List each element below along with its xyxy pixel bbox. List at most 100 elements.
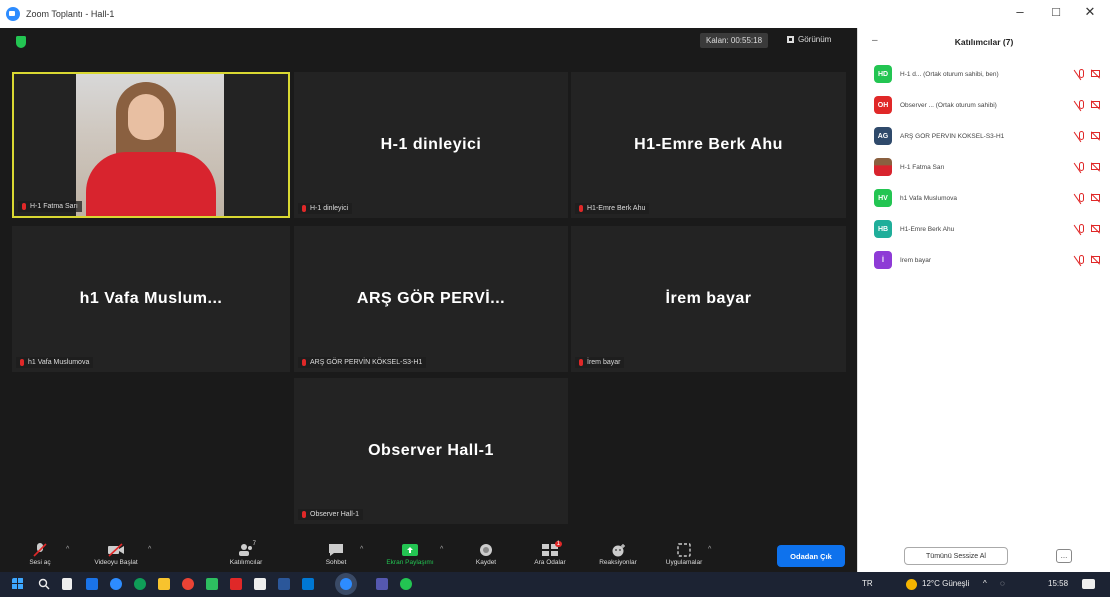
breakout-rooms-label: Ara Odalar [534, 559, 566, 566]
teams-icon[interactable] [376, 578, 388, 590]
breakout-rooms-icon: 1 [541, 541, 562, 557]
reactions-icon [609, 543, 627, 557]
app-icon[interactable] [206, 578, 218, 590]
muted-microphone-icon[interactable] [1079, 255, 1084, 264]
muted-microphone-icon [31, 543, 49, 557]
clock[interactable]: 15:58 [1048, 579, 1068, 588]
video-options-chevron-icon[interactable]: ^ [148, 546, 151, 553]
video-tile-dinleyici[interactable]: H-1 dinleyici H-1 dinleyici [294, 72, 568, 218]
video-off-icon[interactable] [1091, 101, 1100, 108]
app-icon[interactable] [400, 578, 412, 590]
unmute-button[interactable]: Sesi aç [10, 540, 70, 566]
participant-video [76, 74, 224, 216]
avatar: İ [874, 251, 892, 269]
participant-row[interactable]: HB H1-Emre Berk Ahu [874, 219, 1104, 239]
window-title: Zoom Toplantı - Hall-1 [26, 9, 115, 19]
close-button[interactable]: ✕ [1076, 4, 1104, 20]
more-options-button[interactable]: ... [1056, 549, 1072, 563]
chat-options-chevron-icon[interactable]: ^ [360, 546, 363, 553]
grid-view-icon [787, 36, 794, 43]
video-off-icon[interactable] [1091, 132, 1100, 139]
participant-name: H1-Emre Berk Ahu [900, 225, 955, 233]
participant-name: İrem bayar [900, 256, 932, 264]
video-tile-pervin[interactable]: ARŞ GÖR PERVİ... ARŞ GÖR PERVİN KÖKSEL-S… [294, 226, 568, 372]
muted-microphone-icon[interactable] [1079, 162, 1084, 171]
participants-count: 7 [252, 541, 256, 547]
video-off-icon[interactable] [1091, 70, 1100, 77]
participant-row[interactable]: HD H-1 d... (Ortak oturum sahibi, ben) [874, 64, 1104, 84]
chat-button[interactable]: Sohbet [306, 540, 366, 566]
share-screen-button[interactable]: Ekran Paylaşımı [380, 540, 440, 566]
video-tile-irem[interactable]: İrem bayar İrem bayar [571, 226, 846, 372]
tile-display-name: H-1 dinleyici [380, 136, 482, 153]
weather-text[interactable]: 12°C Güneşli [922, 579, 969, 588]
video-off-icon[interactable] [1091, 256, 1100, 263]
edge-icon[interactable] [110, 578, 122, 590]
participant-row[interactable]: İ İrem bayar [874, 250, 1104, 270]
chat-bubble-icon [327, 543, 345, 557]
avatar-photo [874, 158, 892, 176]
outlook-icon[interactable] [302, 578, 314, 590]
windows-taskbar: TR 12°C Güneşli ^ ◌ 15:58 [0, 572, 1110, 597]
video-off-icon[interactable] [1091, 163, 1100, 170]
notepad-icon[interactable] [254, 578, 266, 590]
network-icon[interactable]: ◌ [1000, 579, 1005, 588]
breakout-rooms-button[interactable]: 1 Ara Odalar [520, 540, 580, 566]
audio-options-chevron-icon[interactable]: ^ [66, 546, 69, 553]
record-button[interactable]: Kaydet [456, 540, 516, 566]
muted-microphone-icon[interactable] [1079, 100, 1084, 109]
chat-label: Sohbet [325, 559, 347, 566]
muted-microphone-icon[interactable] [1079, 193, 1084, 202]
tray-label: TR [862, 579, 873, 588]
record-icon [477, 543, 495, 557]
tray-chevron-icon[interactable]: ^ [983, 579, 987, 588]
participant-name: H-1 d... (Ortak oturum sahibi, ben) [900, 70, 999, 78]
apps-icon [675, 543, 693, 557]
store-icon[interactable] [182, 578, 194, 590]
participants-panel: – Katılımcılar (7) HD H-1 d... (Ortak ot… [857, 28, 1110, 572]
file-explorer-icon[interactable] [158, 578, 170, 590]
participant-name: ARŞ GÖR PERVİN KÖKSEL-S3-H1 [900, 132, 1005, 140]
participant-row[interactable]: AG ARŞ GÖR PERVİN KÖKSEL-S3-H1 [874, 126, 1104, 146]
participants-icon: 7 [237, 541, 256, 557]
apps-options-chevron-icon[interactable]: ^ [708, 546, 711, 553]
maximize-button[interactable]: □ [1042, 4, 1070, 19]
acrobat-icon[interactable] [230, 578, 242, 590]
participants-button[interactable]: 7 Katılımcılar [216, 540, 276, 566]
word-icon[interactable] [278, 578, 290, 590]
title-bar: Zoom Toplantı - Hall-1 – □ ✕ [0, 0, 1110, 28]
notifications-icon[interactable] [1082, 579, 1095, 589]
reactions-button[interactable]: Reaksiyonlar [588, 540, 648, 566]
encryption-shield-icon[interactable] [16, 36, 26, 48]
windows-start-icon[interactable] [12, 578, 24, 590]
task-view-icon[interactable] [62, 578, 72, 590]
participant-row[interactable]: OH Observer ... (Ortak oturum sahibi) [874, 95, 1104, 115]
view-button[interactable]: Görünüm [787, 35, 831, 44]
video-tile-emre[interactable]: H1-Emre Berk Ahu H1-Emre Berk Ahu [571, 72, 846, 218]
start-video-button[interactable]: Videoyu Başlat [86, 540, 146, 566]
minimize-button[interactable]: – [1006, 4, 1034, 19]
avatar: HV [874, 189, 892, 207]
video-tile-observer[interactable]: Observer Hall-1 Observer Hall-1 [294, 378, 568, 524]
video-tile-fatma[interactable]: H-1 Fatma Sarı [12, 72, 290, 218]
share-options-chevron-icon[interactable]: ^ [440, 546, 443, 553]
participant-row[interactable]: HV h1 Vafa Muslumova [874, 188, 1104, 208]
leave-room-button[interactable]: Odadan Çık [777, 545, 845, 567]
muted-microphone-icon[interactable] [1079, 131, 1084, 140]
collapse-panel-icon[interactable]: – [872, 35, 878, 46]
video-off-icon[interactable] [1091, 194, 1100, 201]
apps-button[interactable]: Uygulamalar [654, 540, 714, 566]
video-off-icon[interactable] [1091, 225, 1100, 232]
video-tile-vafa[interactable]: h1 Vafa Muslum... h1 Vafa Muslumova [12, 226, 290, 372]
widgets-icon[interactable] [86, 578, 98, 590]
chrome-icon[interactable] [134, 578, 146, 590]
search-icon[interactable] [38, 578, 50, 590]
tile-display-name: h1 Vafa Muslum... [79, 290, 223, 307]
muted-microphone-icon[interactable] [1079, 69, 1084, 78]
muted-microphone-icon[interactable] [1079, 224, 1084, 233]
mute-all-button[interactable]: Tümünü Sessize Al [904, 547, 1008, 565]
meeting-area: Kalan: 00:55:18 Görünüm H-1 Fatma Sarı H… [0, 28, 857, 568]
participant-row[interactable]: H-1 Fatma Sarı [874, 157, 1104, 177]
meeting-toolbar: Sesi aç ^ Videoyu Başlat ^ 7 Katılımcıla… [0, 540, 857, 572]
zoom-icon[interactable] [340, 578, 352, 590]
